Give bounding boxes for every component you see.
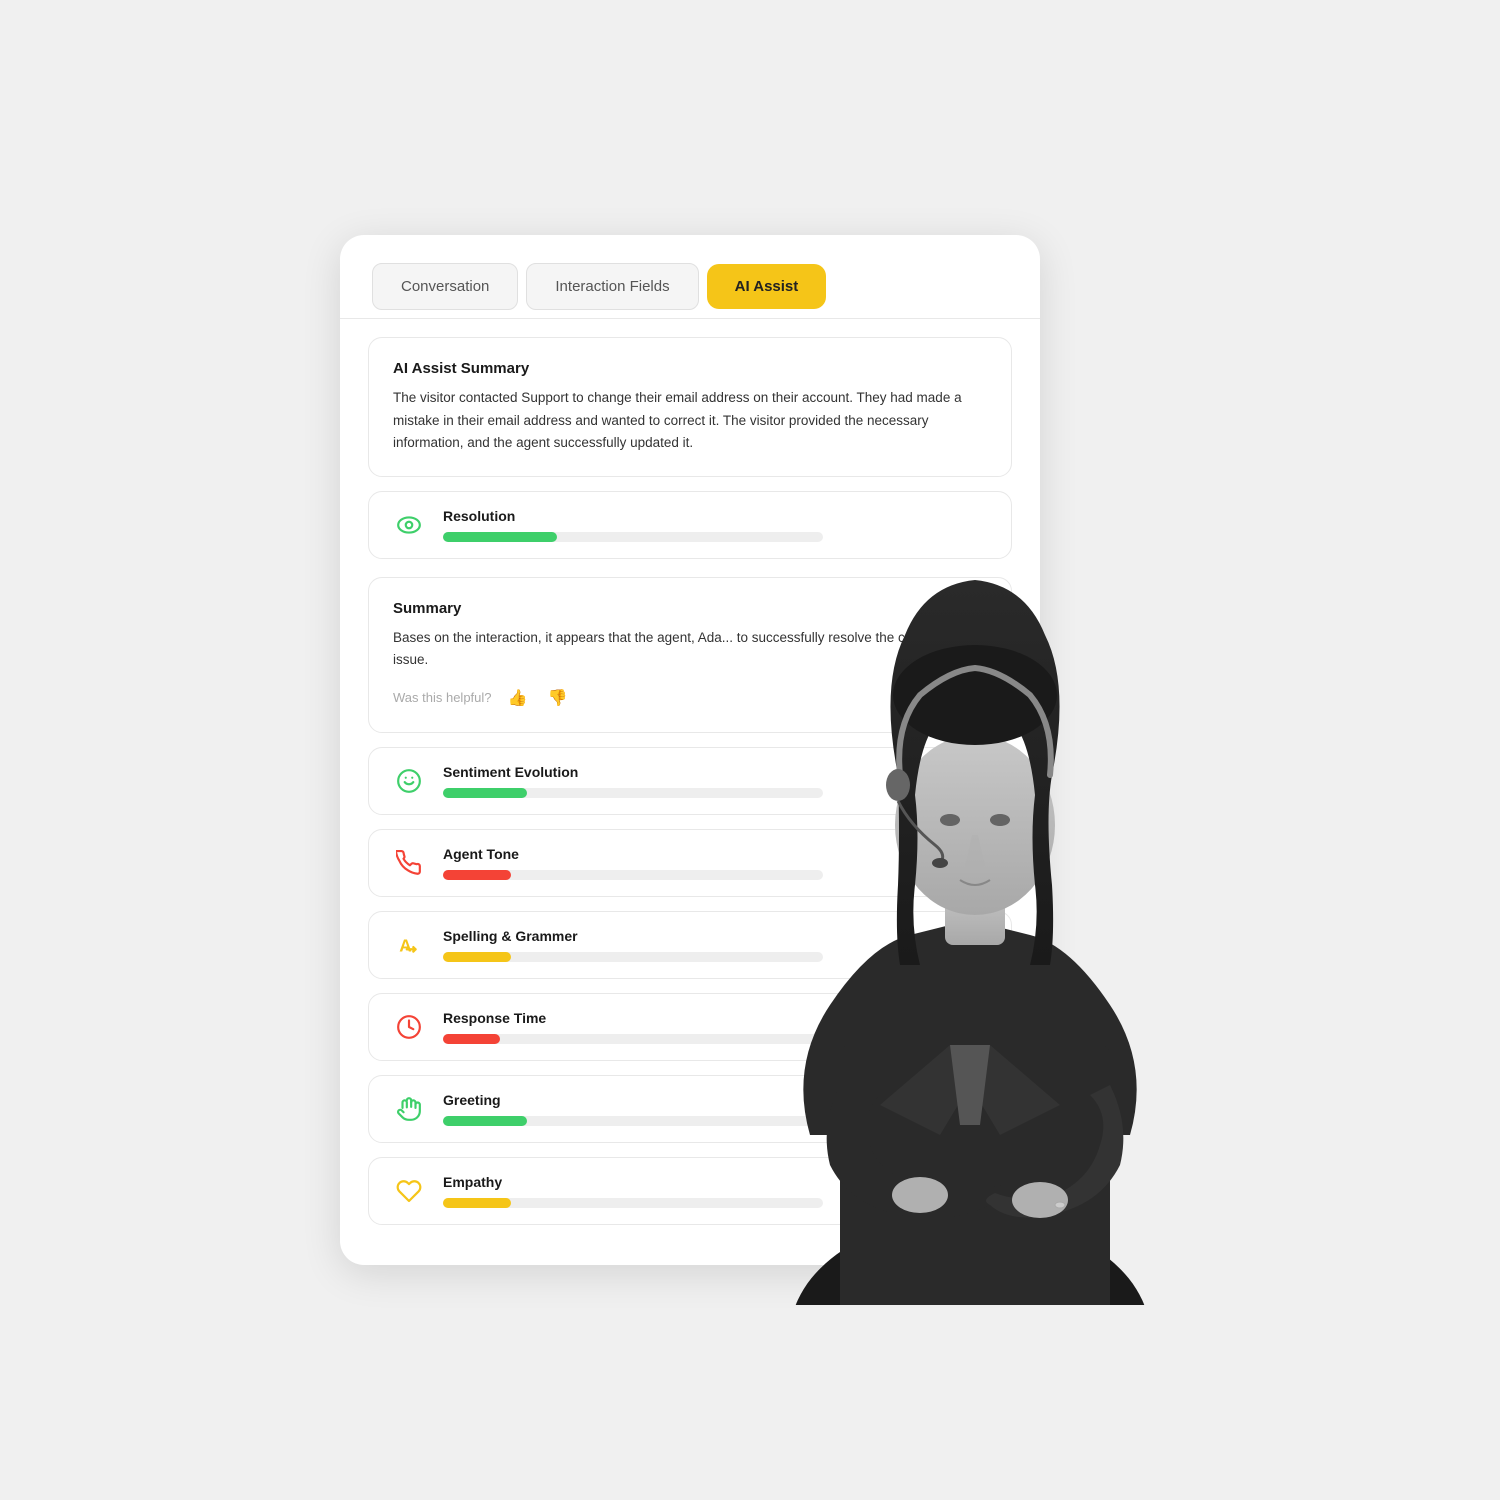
metric-bar-fill-1: [443, 870, 511, 880]
metric-bar-fill-3: [443, 1034, 500, 1044]
metric-bar-track-1: [443, 870, 823, 880]
metric-response-time: Response Time: [368, 993, 1012, 1061]
metric-bar-fill-4: [443, 1116, 527, 1126]
metric-label-1: Agent Tone: [443, 846, 987, 862]
svg-text:A: A: [399, 935, 412, 955]
metric-label-3: Response Time: [443, 1010, 987, 1026]
metric-bar-fill-0: [443, 788, 527, 798]
helpful-row: Was this helpful? 👍 👎 S...: [393, 686, 987, 710]
smile-icon: [393, 765, 425, 797]
metric-info-4: Greeting: [443, 1092, 987, 1126]
spelling-icon: A: [393, 929, 425, 961]
response-time-icon: [393, 1011, 425, 1043]
resolution-bar-track: [443, 532, 823, 542]
metric-spelling--grammer: A Spelling & Grammer: [368, 911, 1012, 979]
metric-label-2: Spelling & Grammer: [443, 928, 987, 944]
metric-empathy: Empathy: [368, 1157, 1012, 1225]
metric-agent-tone: Agent Tone: [368, 829, 1012, 897]
empathy-icon: [393, 1175, 425, 1207]
metric-resolution: Resolution: [368, 491, 1012, 559]
ai-assist-summary-title: AI Assist Summary: [393, 360, 987, 377]
summary-card: Summary Bases on the interaction, it app…: [368, 577, 1012, 733]
thumbs-down-button[interactable]: 👎: [543, 686, 571, 710]
metric-info-0: Sentiment Evolution: [443, 764, 987, 798]
resolution-label: Resolution: [443, 508, 987, 524]
helpful-label: Was this helpful?: [393, 690, 492, 705]
metric-label-5: Empathy: [443, 1174, 987, 1190]
metric-bar-fill-5: [443, 1198, 511, 1208]
tabs-bar: Conversation Interaction Fields AI Assis…: [340, 235, 1040, 319]
metric-info-1: Agent Tone: [443, 846, 987, 880]
resolution-info: Resolution: [443, 508, 987, 542]
metric-info-5: Empathy: [443, 1174, 987, 1208]
tab-conversation[interactable]: Conversation: [372, 263, 518, 310]
metric-bar-track-4: [443, 1116, 823, 1126]
outer-wrapper: Conversation Interaction Fields AI Assis…: [300, 195, 1200, 1304]
thumbs-up-button[interactable]: 👍: [504, 686, 532, 710]
summary-body: Bases on the interaction, it appears tha…: [393, 627, 987, 672]
metric-bar-track-3: [443, 1034, 823, 1044]
resolution-bar-fill: [443, 532, 557, 542]
metric-bar-track-5: [443, 1198, 823, 1208]
ai-assist-summary-body: The visitor contacted Support to change …: [393, 387, 987, 454]
agent-tone-icon: [393, 847, 425, 879]
metric-bar-track-0: [443, 788, 823, 798]
metric-bar-track-2: [443, 952, 823, 962]
tab-ai-assist[interactable]: AI Assist: [707, 264, 827, 309]
metric-info-3: Response Time: [443, 1010, 987, 1044]
metrics-container: Sentiment Evolution Agent Tone A Spellin…: [368, 747, 1012, 1225]
ai-assist-summary-card: AI Assist Summary The visitor contacted …: [368, 337, 1012, 477]
eye-icon: [393, 509, 425, 541]
metric-greeting: Greeting: [368, 1075, 1012, 1143]
tab-interaction-fields[interactable]: Interaction Fields: [526, 263, 698, 310]
metric-bar-fill-2: [443, 952, 511, 962]
greeting-icon: [393, 1093, 425, 1125]
summary-title: Summary: [393, 600, 987, 617]
metric-sentiment-evolution: Sentiment Evolution: [368, 747, 1012, 815]
metric-label-4: Greeting: [443, 1092, 987, 1108]
see-more-link[interactable]: S...: [967, 690, 987, 705]
metric-label-0: Sentiment Evolution: [443, 764, 987, 780]
content-area: AI Assist Summary The visitor contacted …: [340, 337, 1040, 1224]
metric-info-2: Spelling & Grammer: [443, 928, 987, 962]
main-card: Conversation Interaction Fields AI Assis…: [340, 235, 1040, 1264]
